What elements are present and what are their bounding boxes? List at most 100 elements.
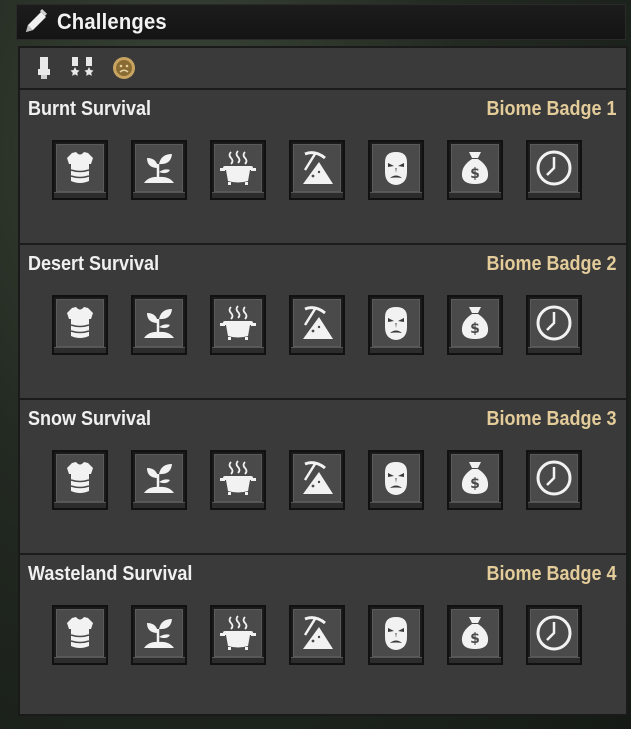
cooking-pot-icon [214, 144, 262, 192]
challenge-progress-bar [370, 502, 422, 508]
money-bag-icon: $ [451, 299, 499, 347]
plant-challenge-button[interactable] [131, 140, 187, 200]
clock-challenge-button[interactable] [526, 140, 582, 200]
armor-challenge-button[interactable] [52, 140, 108, 200]
zombie-head-challenge-button[interactable] [368, 605, 424, 665]
mining-icon [293, 454, 341, 502]
mining-challenge-button[interactable] [289, 605, 345, 665]
plant-icon [135, 299, 183, 347]
challenge-progress-bar [133, 192, 185, 198]
mining-challenge-button[interactable] [289, 450, 345, 510]
section-title: Desert Survival [28, 253, 160, 275]
challenge-progress-bar [54, 502, 106, 508]
mining-icon [293, 299, 341, 347]
section-title: Burnt Survival [28, 98, 152, 120]
plant-challenge-button[interactable] [131, 605, 187, 665]
armor-challenge-button[interactable] [52, 295, 108, 355]
plant-icon [135, 144, 183, 192]
clock-challenge-button[interactable] [526, 295, 582, 355]
challenge-icon-row: $ [52, 295, 582, 355]
biome-badge-label: Biome Badge 1 [485, 98, 616, 120]
svg-text:$: $ [470, 631, 480, 647]
money-bag-challenge-button[interactable]: $ [447, 605, 503, 665]
plant-challenge-button[interactable] [131, 450, 187, 510]
zombie-head-challenge-button[interactable] [368, 450, 424, 510]
mining-challenge-button[interactable] [289, 295, 345, 355]
cooking-pot-challenge-button[interactable] [210, 140, 266, 200]
challenge-progress-bar [528, 502, 580, 508]
double-medal-icon[interactable] [70, 54, 98, 82]
challenge-progress-bar [449, 657, 501, 663]
clock-icon [530, 609, 578, 657]
pencil-icon [19, 5, 53, 39]
medal-icon[interactable] [30, 54, 58, 82]
armor-icon [56, 454, 104, 502]
zombie-head-challenge-button[interactable] [368, 295, 424, 355]
challenge-progress-bar [212, 657, 264, 663]
challenge-progress-bar [528, 347, 580, 353]
challenge-icon-row: $ [52, 450, 582, 510]
money-bag-challenge-button[interactable]: $ [447, 450, 503, 510]
zombie-head-icon [372, 144, 420, 192]
challenge-section: Desert Survival Biome Badge 2 $ [20, 245, 626, 400]
challenge-progress-bar [370, 192, 422, 198]
plant-challenge-button[interactable] [131, 295, 187, 355]
zombie-head-challenge-button[interactable] [368, 140, 424, 200]
clock-icon [530, 144, 578, 192]
section-title: Snow Survival [28, 408, 152, 430]
window-titlebar: Challenges [16, 4, 626, 40]
clock-challenge-button[interactable] [526, 450, 582, 510]
challenge-progress-bar [528, 657, 580, 663]
challenge-progress-bar [54, 657, 106, 663]
challenge-progress-bar [212, 347, 264, 353]
section-title: Wasteland Survival [28, 563, 193, 585]
filter-bar [20, 48, 626, 90]
challenge-section: Burnt Survival Biome Badge 1 $ [20, 90, 626, 245]
svg-text:$: $ [470, 166, 480, 182]
zombie-head-icon [372, 454, 420, 502]
money-bag-icon: $ [451, 609, 499, 657]
challenge-icon-row: $ [52, 605, 582, 665]
cooking-pot-icon [214, 609, 262, 657]
challenge-section: Wasteland Survival Biome Badge 4 $ [20, 555, 626, 710]
challenge-progress-bar [212, 502, 264, 508]
cooking-pot-challenge-button[interactable] [210, 295, 266, 355]
challenge-progress-bar [291, 657, 343, 663]
money-bag-challenge-button[interactable]: $ [447, 140, 503, 200]
biome-badge-label: Biome Badge 4 [485, 563, 616, 585]
armor-icon [56, 144, 104, 192]
challenge-progress-bar [212, 192, 264, 198]
mining-challenge-button[interactable] [289, 140, 345, 200]
mining-icon [293, 144, 341, 192]
money-bag-challenge-button[interactable]: $ [447, 295, 503, 355]
clock-icon [530, 299, 578, 347]
cooking-pot-challenge-button[interactable] [210, 605, 266, 665]
sad-badge-icon[interactable] [110, 54, 138, 82]
cooking-pot-icon [214, 299, 262, 347]
cooking-pot-challenge-button[interactable] [210, 450, 266, 510]
biome-badge-label: Biome Badge 2 [485, 253, 616, 275]
clock-challenge-button[interactable] [526, 605, 582, 665]
money-bag-icon: $ [451, 454, 499, 502]
challenge-section: Snow Survival Biome Badge 3 $ [20, 400, 626, 555]
mining-icon [293, 609, 341, 657]
challenge-progress-bar [54, 347, 106, 353]
challenge-icon-row: $ [52, 140, 582, 200]
challenge-progress-bar [133, 502, 185, 508]
challenge-progress-bar [370, 657, 422, 663]
challenge-progress-bar [54, 192, 106, 198]
challenge-progress-bar [528, 192, 580, 198]
cooking-pot-icon [214, 454, 262, 502]
armor-challenge-button[interactable] [52, 605, 108, 665]
window-title: Challenges [57, 9, 167, 34]
zombie-head-icon [372, 609, 420, 657]
challenge-progress-bar [291, 347, 343, 353]
armor-challenge-button[interactable] [52, 450, 108, 510]
challenge-progress-bar [449, 192, 501, 198]
challenge-progress-bar [291, 192, 343, 198]
armor-icon [56, 299, 104, 347]
challenges-panel: Burnt Survival Biome Badge 1 $ Desert Survi… [18, 46, 628, 716]
challenge-progress-bar [370, 347, 422, 353]
challenge-progress-bar [449, 502, 501, 508]
challenge-progress-bar [291, 502, 343, 508]
